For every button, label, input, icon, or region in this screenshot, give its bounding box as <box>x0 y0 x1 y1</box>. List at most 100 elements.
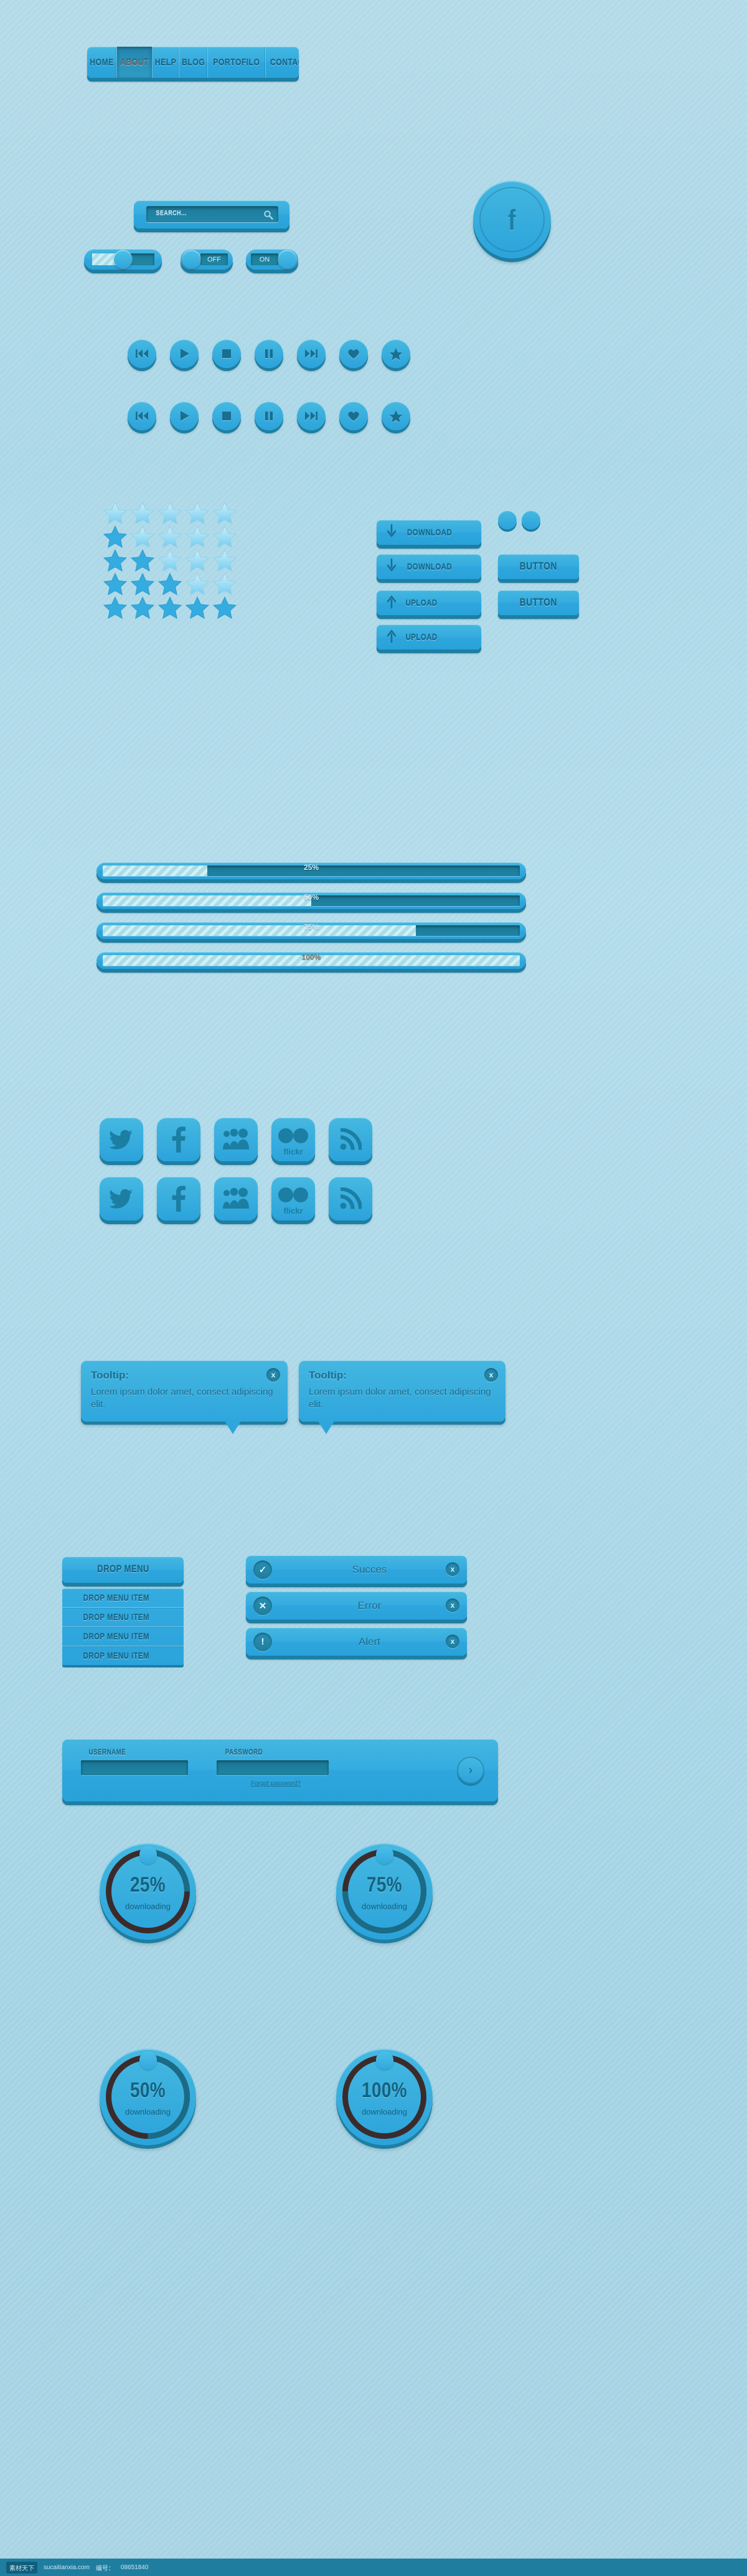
toggle-on-knob[interactable] <box>278 250 296 268</box>
drop-menu-item[interactable]: DROP MENU ITEM <box>62 1588 184 1608</box>
star-rating-grid[interactable] <box>103 501 240 620</box>
star-icon[interactable] <box>157 525 185 549</box>
star-icon[interactable] <box>103 501 130 525</box>
dot-indicator-1[interactable] <box>498 511 517 529</box>
notification-alert[interactable]: ! Alert x <box>246 1628 467 1656</box>
drop-menu-item[interactable]: DROP MENU ITEM <box>62 1608 184 1627</box>
star-icon[interactable] <box>185 525 212 549</box>
search-box[interactable]: SEARCH... <box>134 201 289 229</box>
facebook-icon[interactable] <box>157 1177 200 1220</box>
star-icon[interactable] <box>103 596 130 620</box>
star-icon[interactable] <box>130 549 157 572</box>
star-icon[interactable] <box>130 596 157 620</box>
stop-button[interactable] <box>212 339 241 368</box>
close-icon[interactable]: x <box>446 1635 459 1648</box>
toggle-off-knob[interactable] <box>182 250 200 268</box>
login-form[interactable]: USERNAME PASSWORD Forgot password? › <box>62 1739 498 1801</box>
toggle-off[interactable]: OFF <box>181 249 233 270</box>
media-controls-row-2[interactable] <box>128 402 410 430</box>
rate-button[interactable] <box>382 402 410 430</box>
star-icon[interactable] <box>185 572 212 596</box>
star-icon[interactable] <box>212 596 240 620</box>
myspace-icon[interactable] <box>214 1177 258 1220</box>
drop-menu-list[interactable]: DROP MENU ITEM DROP MENU ITEM DROP MENU … <box>62 1588 184 1665</box>
facebook-icon[interactable] <box>157 1118 200 1161</box>
drop-menu-item[interactable]: DROP MENU ITEM <box>62 1646 184 1665</box>
next-button[interactable] <box>297 339 326 368</box>
favorite-button[interactable] <box>339 339 368 368</box>
nav-item-blog[interactable]: BLOG <box>179 47 209 78</box>
nav-item-home[interactable]: HOME <box>87 47 117 78</box>
submit-button[interactable]: › <box>457 1757 484 1784</box>
previous-button[interactable] <box>128 402 156 430</box>
drop-menu-header[interactable]: DROP MENU <box>62 1557 184 1583</box>
password-input[interactable] <box>217 1760 329 1775</box>
flickr-icon[interactable]: flickr <box>271 1118 315 1161</box>
star-icon[interactable] <box>103 572 130 596</box>
star-icon[interactable] <box>130 572 157 596</box>
rss-icon[interactable] <box>329 1118 372 1161</box>
search-icon[interactable] <box>263 210 273 223</box>
generic-button-2[interactable]: BUTTON <box>498 590 579 615</box>
progress-bar-50[interactable]: 50% <box>96 892 526 909</box>
dot-indicator-2[interactable] <box>522 511 540 529</box>
username-input[interactable] <box>81 1760 188 1775</box>
play-button[interactable] <box>170 402 199 430</box>
myspace-icon[interactable] <box>214 1118 258 1161</box>
social-icons-row-1[interactable]: flickr <box>100 1118 372 1161</box>
twitter-icon[interactable] <box>100 1118 143 1161</box>
star-icon[interactable] <box>103 525 130 549</box>
progress-bar-75[interactable]: 75% <box>96 922 526 939</box>
download-button-1[interactable]: DOWNLOAD <box>377 520 481 545</box>
close-icon[interactable]: x <box>484 1368 498 1382</box>
notification-error[interactable]: ✕ Error x <box>246 1592 467 1620</box>
social-icons-row-2[interactable]: flickr <box>100 1177 372 1220</box>
main-navigation[interactable]: HOME ABOUT HELP BLOG PORTOFILO CONTACT <box>87 47 299 78</box>
previous-button[interactable] <box>128 339 156 368</box>
star-icon[interactable] <box>157 596 185 620</box>
next-button[interactable] <box>297 402 326 430</box>
star-icon[interactable] <box>185 596 212 620</box>
upload-button-1[interactable]: UPLOAD <box>377 590 481 615</box>
star-icon[interactable] <box>212 501 240 525</box>
nav-item-help[interactable]: HELP <box>153 47 179 78</box>
notification-success[interactable]: ✓ Succes x <box>246 1555 467 1583</box>
nav-item-about[interactable]: ABOUT <box>117 47 153 78</box>
pause-button[interactable] <box>255 402 283 430</box>
pause-button[interactable] <box>255 339 283 368</box>
drop-menu-item[interactable]: DROP MENU ITEM <box>62 1627 184 1646</box>
close-icon[interactable]: x <box>446 1598 459 1612</box>
star-icon[interactable] <box>157 549 185 572</box>
star-icon[interactable] <box>212 549 240 572</box>
star-icon[interactable] <box>103 549 130 572</box>
generic-button-1[interactable]: BUTTON <box>498 554 579 579</box>
star-icon[interactable] <box>130 525 157 549</box>
media-controls-row-1[interactable] <box>128 339 410 368</box>
star-icon[interactable] <box>130 501 157 525</box>
toggle-on[interactable]: ON <box>246 249 298 270</box>
nav-item-portofilo[interactable]: PORTOFILO <box>208 47 266 78</box>
progress-bar-25[interactable]: 25% <box>96 862 526 879</box>
star-icon[interactable] <box>185 501 212 525</box>
stop-button[interactable] <box>212 402 241 430</box>
slider-toggle[interactable] <box>84 249 162 270</box>
forgot-password-link[interactable]: Forgot password? <box>251 1780 301 1787</box>
star-icon[interactable] <box>157 572 185 596</box>
brand-circle[interactable]: f <box>473 181 551 258</box>
star-icon[interactable] <box>212 525 240 549</box>
rate-button[interactable] <box>382 339 410 368</box>
play-button[interactable] <box>170 339 199 368</box>
flickr-icon[interactable]: flickr <box>271 1177 315 1220</box>
rss-icon[interactable] <box>329 1177 372 1220</box>
download-button-2[interactable]: DOWNLOAD <box>377 554 481 579</box>
star-icon[interactable] <box>212 572 240 596</box>
search-input[interactable]: SEARCH... <box>146 206 278 222</box>
nav-item-contact[interactable]: CONTACT <box>266 47 299 78</box>
close-icon[interactable]: x <box>446 1562 459 1576</box>
close-icon[interactable]: x <box>266 1368 280 1382</box>
upload-button-2[interactable]: UPLOAD <box>377 625 481 649</box>
star-icon[interactable] <box>185 549 212 572</box>
progress-bar-100[interactable]: 100% <box>96 952 526 969</box>
twitter-icon[interactable] <box>100 1177 143 1220</box>
favorite-button[interactable] <box>339 402 368 430</box>
